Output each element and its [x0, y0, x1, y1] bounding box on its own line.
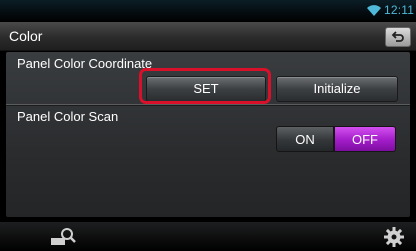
search-icon[interactable] — [50, 226, 78, 246]
highlight-frame — [139, 68, 271, 104]
panel-color-coordinate-label: Panel Color Coordinate — [17, 56, 153, 71]
return-icon — [391, 31, 404, 42]
panel-color-scan-label: Panel Color Scan — [17, 109, 119, 124]
page-title: Color — [9, 28, 43, 44]
row-divider — [6, 104, 410, 106]
gear-icon[interactable] — [383, 226, 405, 248]
wifi-icon — [367, 5, 381, 16]
toggle-off-button[interactable]: OFF — [334, 126, 396, 152]
initialize-button[interactable]: Initialize — [276, 76, 398, 102]
status-bar: 12:11 — [0, 0, 416, 22]
toggle-on-button[interactable]: ON — [276, 126, 334, 152]
back-button[interactable] — [385, 27, 411, 47]
title-bar: Color — [0, 22, 416, 51]
clock: 12:11 — [384, 3, 415, 17]
panel-color-scan-toggle: ON OFF — [276, 126, 396, 152]
